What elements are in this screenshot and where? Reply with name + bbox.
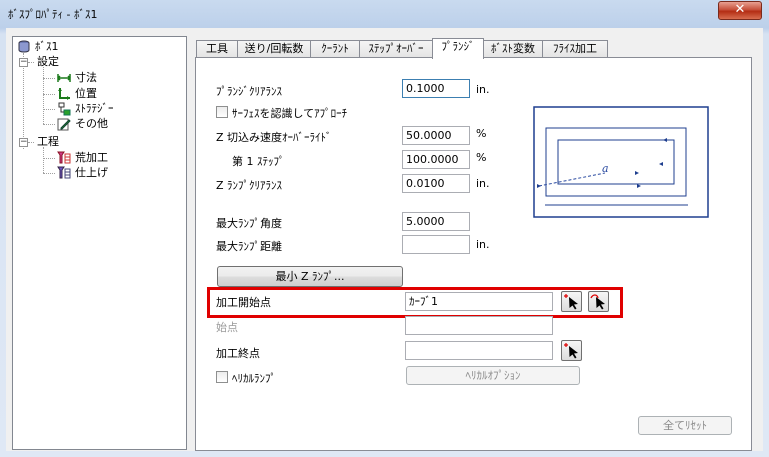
z-feed-override-input[interactable]: 50.0000 [402, 126, 470, 145]
tree-label-finishing: 仕上げ [75, 166, 108, 179]
first-step-label: 第 1 ｽﾃｯﾌﾟ [232, 155, 285, 168]
helical-ramp-checkbox[interactable] [216, 371, 228, 383]
first-step-input[interactable]: 100.0000 [402, 150, 470, 169]
roughing-tool-icon [57, 151, 71, 164]
plunge-clearance-input[interactable]: 0.1000 [402, 79, 470, 98]
collapse-icon[interactable]: − [19, 58, 28, 67]
start-point-label: 加工開始点 [216, 296, 271, 309]
position-icon [58, 88, 70, 100]
plunge-clearance-unit: in. [476, 83, 490, 96]
z-ramp-clearance-label: Z ﾗﾝﾌﾟｸﾘｱﾗﾝｽ [216, 179, 283, 192]
angle-label: a [602, 162, 609, 175]
tree-label-dimensions: 寸法 [75, 71, 97, 84]
tree-guide [43, 67, 44, 124]
max-ramp-angle-label: 最大ﾗﾝﾌﾟ角度 [216, 217, 282, 230]
surface-approach-label: ｻｰﾌｪｽを認識してｱﾌﾟﾛｰﾁ [232, 107, 348, 120]
tree-guide [28, 62, 34, 63]
collapse-icon[interactable]: − [19, 138, 28, 147]
tree-item-settings[interactable]: 設定 [37, 54, 59, 70]
helical-ramp-label: ﾍﾘｶﾙﾗﾝﾌﾟ [232, 372, 276, 385]
tree-guide [43, 94, 55, 95]
begin-point-label: 始点 [216, 321, 238, 334]
window: ﾎﾞｽﾌﾟﾛﾊﾟﾃｨ - ﾎﾞｽ1 ✕ ﾎﾞｽ1 − 設定 寸法 位置 ｽﾄﾗﾃ… [0, 0, 769, 457]
pick-start-point-button[interactable] [561, 291, 582, 312]
max-ramp-angle-input[interactable]: 5.0000 [402, 212, 470, 231]
tree-label-roughing: 荒加工 [75, 151, 108, 164]
pick-curve-button[interactable] [588, 291, 609, 312]
z-ramp-clearance-unit: in. [476, 177, 490, 190]
pick-cursor-icon [564, 343, 578, 359]
tree-label-strategy: ｽﾄﾗﾃｼﾞｰ [75, 102, 114, 115]
tree-guide [43, 78, 55, 79]
tab-milling[interactable]: ﾌﾗｲｽ加工 [542, 40, 608, 58]
tree-guide [43, 173, 55, 174]
tree-item-process[interactable]: 工程 [37, 134, 59, 150]
title-bar: ﾎﾞｽﾌﾟﾛﾊﾟﾃｨ - ﾎﾞｽ1 ✕ [0, 0, 769, 28]
min-z-ramp-button[interactable]: 最小 Z ﾗﾝﾌﾟ... [217, 266, 403, 287]
plunge-diagram: a [533, 106, 709, 218]
start-point-input[interactable]: ｶｰﾌﾞ1 [405, 292, 553, 311]
begin-point-input[interactable] [405, 316, 553, 335]
database-icon [18, 40, 30, 53]
tree-guide [43, 158, 55, 159]
z-feed-override-unit: % [476, 127, 487, 140]
tree-guide [28, 142, 34, 143]
tree-guide [23, 53, 24, 149]
tab-boss-variables[interactable]: ﾎﾞｽﾄ変数 [483, 40, 543, 58]
tree-view[interactable]: ﾎﾞｽ1 − 設定 寸法 位置 ｽﾄﾗﾃｼﾞｰ その他 − 工程 荒加工 仕上げ [12, 36, 187, 450]
tree-label-settings: 設定 [37, 55, 59, 68]
pick-end-point-button[interactable] [561, 340, 582, 361]
z-feed-override-label: Z 切込み速度ｵｰﾊﾞｰﾗｲﾄﾞ [216, 131, 332, 144]
max-ramp-distance-label: 最大ﾗﾝﾌﾟ距離 [216, 240, 282, 253]
dimension-icon [57, 74, 71, 82]
tree-label-other: その他 [75, 117, 108, 130]
tab-plunge[interactable]: ﾌﾟﾗﾝｼﾞ [432, 38, 484, 59]
tab-coolant[interactable]: ｸｰﾗﾝﾄ [310, 40, 360, 58]
tab-stepover[interactable]: ｽﾃｯﾌﾟｵｰﾊﾞｰ [359, 40, 433, 58]
close-button[interactable]: ✕ [718, 1, 762, 20]
tree-label-root: ﾎﾞｽ1 [35, 40, 59, 53]
helical-options-button[interactable]: ﾍﾘｶﾙｵﾌﾟｼｮﾝ [406, 366, 580, 385]
finishing-tool-icon [57, 166, 71, 179]
diagram-frame [533, 106, 709, 218]
end-point-input[interactable] [405, 341, 553, 360]
tree-label-process: 工程 [37, 135, 59, 148]
reset-all-button[interactable]: 全てﾘｾｯﾄ [638, 416, 732, 435]
pick-cursor-icon [564, 294, 578, 310]
first-step-unit: % [476, 151, 487, 164]
max-ramp-distance-unit: in. [476, 238, 490, 251]
strategy-icon [58, 102, 71, 116]
curve-cursor-icon [590, 294, 605, 310]
tab-feed-speed[interactable]: 送り/回転数 [237, 40, 311, 58]
end-point-label: 加工終点 [216, 347, 260, 360]
window-title: ﾎﾞｽﾌﾟﾛﾊﾟﾃｨ - ﾎﾞｽ1 [8, 8, 98, 21]
max-ramp-distance-input[interactable] [402, 235, 470, 254]
plunge-clearance-label: ﾌﾟﾗﾝｼﾞｸﾘｱﾗﾝｽ [216, 85, 282, 98]
tree-guide [43, 109, 55, 110]
z-ramp-clearance-input[interactable]: 0.0100 [402, 174, 470, 193]
surface-approach-checkbox[interactable] [216, 106, 228, 118]
tree-label-position: 位置 [75, 87, 97, 100]
edit-icon [57, 118, 71, 131]
tree-guide [43, 124, 55, 125]
tab-tool[interactable]: 工具 [196, 40, 238, 58]
tree-guide [43, 147, 44, 173]
